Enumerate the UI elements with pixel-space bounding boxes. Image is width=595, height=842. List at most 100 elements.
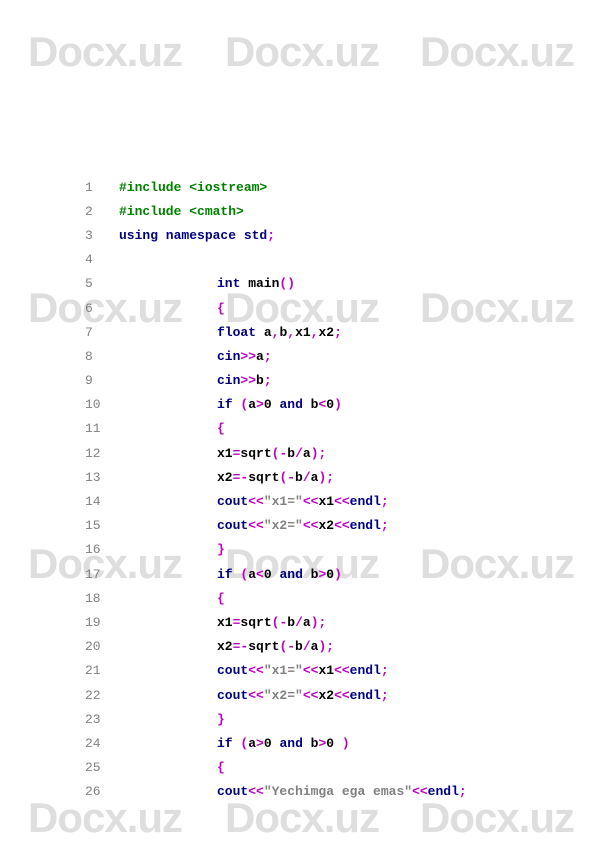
code-token: << <box>303 663 319 678</box>
code-content: cin>>a; <box>115 349 272 364</box>
code-content: #include <cmath> <box>115 204 244 219</box>
code-token: x1 <box>217 615 233 630</box>
code-token: if <box>217 736 233 751</box>
code-token: cout <box>217 688 248 703</box>
code-token: using namespace std <box>119 228 267 243</box>
code-token: 0 <box>264 397 280 412</box>
line-number: 20 <box>85 639 115 654</box>
code-token: << <box>248 784 264 799</box>
code-token: ; <box>381 518 389 533</box>
code-token: x1 <box>318 494 334 509</box>
code-content: int main() <box>115 276 295 291</box>
line-number: 5 <box>85 276 115 291</box>
line-number: 19 <box>85 615 115 630</box>
line-number: 17 <box>85 567 115 582</box>
code-token: cout <box>217 494 248 509</box>
code-token: / <box>303 470 311 485</box>
code-token: x2 <box>217 639 233 654</box>
code-line: 25{ <box>85 756 467 780</box>
code-token: { <box>217 301 225 316</box>
line-number: 16 <box>85 542 115 557</box>
line-number: 6 <box>85 301 115 316</box>
code-content: { <box>115 760 225 775</box>
code-token: ) <box>334 567 342 582</box>
code-line: 12x1=sqrt(-b/a); <box>85 441 467 465</box>
code-token: (- <box>279 470 295 485</box>
code-content: { <box>115 591 225 606</box>
line-number: 10 <box>85 397 115 412</box>
code-line: 5int main() <box>85 272 467 296</box>
code-token: a <box>248 736 256 751</box>
code-token: << <box>248 494 264 509</box>
code-line: 2#include <cmath> <box>85 199 467 223</box>
code-token: / <box>303 639 311 654</box>
code-line: 17if (a<0 and b>0) <box>85 562 467 586</box>
code-content: x1=sqrt(-b/a); <box>115 615 326 630</box>
code-token: ; <box>381 688 389 703</box>
line-number: 24 <box>85 736 115 751</box>
code-token: } <box>217 542 225 557</box>
code-token: a <box>256 325 272 340</box>
code-token: x2 <box>318 688 334 703</box>
line-number: 8 <box>85 349 115 364</box>
code-content: cin>>b; <box>115 373 272 388</box>
line-number: 22 <box>85 688 115 703</box>
code-token: "x1=" <box>264 494 303 509</box>
code-token: << <box>248 688 264 703</box>
code-content: float a,b,x1,x2; <box>115 325 342 340</box>
line-number: 15 <box>85 518 115 533</box>
code-line: 3using namespace std; <box>85 223 467 247</box>
code-token: 0 <box>264 567 280 582</box>
code-content: x2=-sqrt(-b/a); <box>115 639 334 654</box>
code-token: { <box>217 591 225 606</box>
code-token: ; <box>381 494 389 509</box>
code-token: / <box>295 615 303 630</box>
code-token: 0 <box>326 736 342 751</box>
code-line: 24if (a>0 and b>0 ) <box>85 731 467 755</box>
code-token: =- <box>233 470 249 485</box>
code-token: () <box>279 276 295 291</box>
code-token: (- <box>272 446 288 461</box>
code-token: << <box>334 494 350 509</box>
code-token: } <box>217 712 225 727</box>
line-number: 7 <box>85 325 115 340</box>
code-token: >> <box>240 373 256 388</box>
code-content: cout<<"x1="<<x1<<endl; <box>115 663 389 678</box>
code-line: 19x1=sqrt(-b/a); <box>85 610 467 634</box>
code-token: and <box>279 736 302 751</box>
code-token: << <box>303 518 319 533</box>
code-token: ; <box>267 228 275 243</box>
code-token: if <box>217 567 233 582</box>
code-content: if (a>0 and b<0) <box>115 397 342 412</box>
code-line: 18{ <box>85 586 467 610</box>
code-token: sqrt <box>240 615 271 630</box>
code-token: ; <box>334 325 342 340</box>
code-content: x2=-sqrt(-b/a); <box>115 470 334 485</box>
code-line: 6{ <box>85 296 467 320</box>
code-token: a <box>248 397 256 412</box>
code-token: 0 <box>326 397 334 412</box>
code-token: ); <box>311 615 327 630</box>
code-token: a <box>256 349 264 364</box>
code-token: endl <box>350 663 381 678</box>
code-token: x1 <box>318 663 334 678</box>
code-block: 1#include <iostream>2#include <cmath>3us… <box>85 175 467 804</box>
code-content: x1=sqrt(-b/a); <box>115 446 326 461</box>
code-token: 0 <box>264 736 280 751</box>
code-token: << <box>412 784 428 799</box>
line-number: 13 <box>85 470 115 485</box>
code-token: x2 <box>318 518 334 533</box>
code-token: x2 <box>217 470 233 485</box>
code-token: and <box>279 397 302 412</box>
code-token: cout <box>217 663 248 678</box>
code-token: b <box>295 470 303 485</box>
code-token: endl <box>428 784 459 799</box>
watermark: Docx.uz <box>28 28 182 76</box>
code-content: if (a<0 and b>0) <box>115 567 342 582</box>
code-token: if <box>217 397 233 412</box>
code-token: b <box>256 373 264 388</box>
code-token: cout <box>217 784 248 799</box>
code-token: , <box>287 325 295 340</box>
code-token: b <box>303 567 319 582</box>
code-token: ; <box>264 349 272 364</box>
